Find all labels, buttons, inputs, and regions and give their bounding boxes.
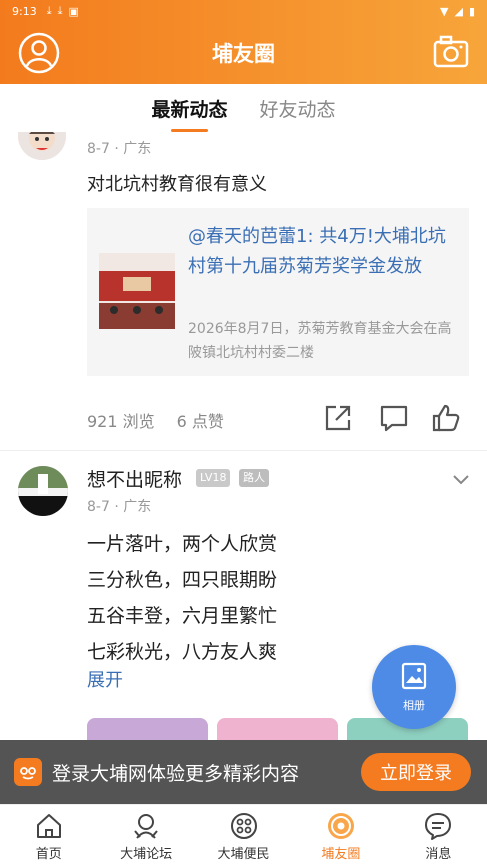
comment-button[interactable] xyxy=(378,402,410,434)
tab-friends[interactable]: 好友动态 xyxy=(258,95,338,122)
view-count: 921 浏览 xyxy=(87,412,155,431)
bottom-nav: 首页 大埔论坛 大埔便民 埔友圈 消息 xyxy=(0,804,487,867)
level-badge: LV18 xyxy=(196,469,231,487)
wifi-icon: ▼ xyxy=(440,4,449,18)
logo-icon xyxy=(14,758,42,786)
post-image[interactable] xyxy=(87,718,208,740)
signal-icon: ◢ xyxy=(454,4,463,18)
nav-label: 大埔便民 xyxy=(217,847,270,862)
nav-home[interactable]: 首页 xyxy=(0,805,97,867)
like-button[interactable] xyxy=(430,402,462,434)
post-line: 五谷丰登，六月里繁忙 xyxy=(87,605,278,627)
article-title[interactable]: @春天的芭蕾1: 共4万!大埔北坑村第十九届苏菊芳奖学金发放 xyxy=(188,222,460,282)
status-time: 9:13 xyxy=(12,4,37,18)
article-thumbnail xyxy=(99,253,175,329)
username[interactable]: 想不出昵称 xyxy=(87,465,182,492)
avatar-image xyxy=(18,132,66,160)
album-label: 相册 xyxy=(403,699,425,712)
avatar-image xyxy=(18,466,68,516)
services-icon xyxy=(230,813,257,839)
login-button[interactable]: 立即登录 xyxy=(361,753,471,791)
role-badge: 路人 xyxy=(239,469,269,487)
nav-label: 埔友圈 xyxy=(321,847,361,862)
download-icon-2: ⤓ xyxy=(57,4,63,17)
download-icon: ⤓ xyxy=(46,4,52,17)
battery-icon: ▮ xyxy=(468,4,475,18)
nav-forum[interactable]: 大埔论坛 xyxy=(97,805,194,867)
profile-avatar-button[interactable] xyxy=(18,32,60,74)
nav-label: 消息 xyxy=(425,847,452,862)
post-line: 一片落叶，两个人欣赏 xyxy=(87,533,278,555)
nav-services[interactable]: 大埔便民 xyxy=(195,805,292,867)
share-button[interactable] xyxy=(322,402,354,434)
photo-album-icon xyxy=(401,662,427,690)
camera-icon xyxy=(433,35,469,68)
album-button[interactable]: 相册 xyxy=(372,645,456,729)
share-icon xyxy=(325,405,351,431)
like-count: 6 点赞 xyxy=(176,412,224,431)
message-icon xyxy=(425,813,452,840)
thumbs-up-icon xyxy=(432,404,460,432)
app-header: 9:13 ⤓ ⤓ ▣ ▼ ◢ ▮ 埔友圈 xyxy=(0,0,487,84)
nav-label: 大埔论坛 xyxy=(120,847,173,862)
nav-circle[interactable]: 埔友圈 xyxy=(292,805,389,867)
login-banner: 登录大埔网体验更多精彩内容 立即登录 xyxy=(0,740,487,804)
user-icon xyxy=(18,32,60,74)
avatar[interactable] xyxy=(18,132,66,160)
article-summary: 2026年8月7日，苏菊芳教育基金大会在高陂镇北坑村村委二楼 xyxy=(188,321,452,361)
comment-icon xyxy=(380,405,408,432)
login-prompt: 登录大埔网体验更多精彩内容 xyxy=(52,762,300,785)
post-line: 七彩秋光，八方友人爽 xyxy=(87,641,278,663)
post-image[interactable] xyxy=(217,718,338,740)
camera-button[interactable] xyxy=(433,34,469,70)
tab-latest[interactable]: 最新动态 xyxy=(149,95,229,132)
status-bar: 9:13 ⤓ ⤓ ▣ ▼ ◢ ▮ xyxy=(0,0,487,22)
page-title: 埔友圈 xyxy=(212,42,275,66)
post-meta: 8-7 · 广东 xyxy=(87,141,152,157)
expand-link[interactable]: 展开 xyxy=(87,666,123,692)
shared-article-card[interactable]: @春天的芭蕾1: 共4万!大埔北坑村第十九届苏菊芳奖学金发放 2026年8月7日… xyxy=(87,208,469,376)
title-bar: 埔友圈 xyxy=(0,22,487,84)
circle-icon xyxy=(327,813,354,839)
post-stats: 921 浏览 6 点赞 xyxy=(87,408,224,432)
post-meta: 8-7 · 广东 xyxy=(87,499,152,515)
nav-messages[interactable]: 消息 xyxy=(390,805,487,867)
post-line: 三分秋色，四只眼期盼 xyxy=(87,569,278,591)
post-divider xyxy=(0,450,487,451)
avatar[interactable] xyxy=(18,466,68,516)
more-options-button[interactable] xyxy=(452,472,470,486)
nav-label: 首页 xyxy=(35,847,62,862)
forum-icon xyxy=(134,814,158,839)
chevron-down-icon xyxy=(453,475,469,485)
notification-icon: ▣ xyxy=(68,4,79,18)
home-icon xyxy=(36,814,61,838)
feed-tabs: 最新动态 好友动态 xyxy=(0,84,487,132)
post-text: 对北坑村教育很有意义 xyxy=(87,174,267,195)
